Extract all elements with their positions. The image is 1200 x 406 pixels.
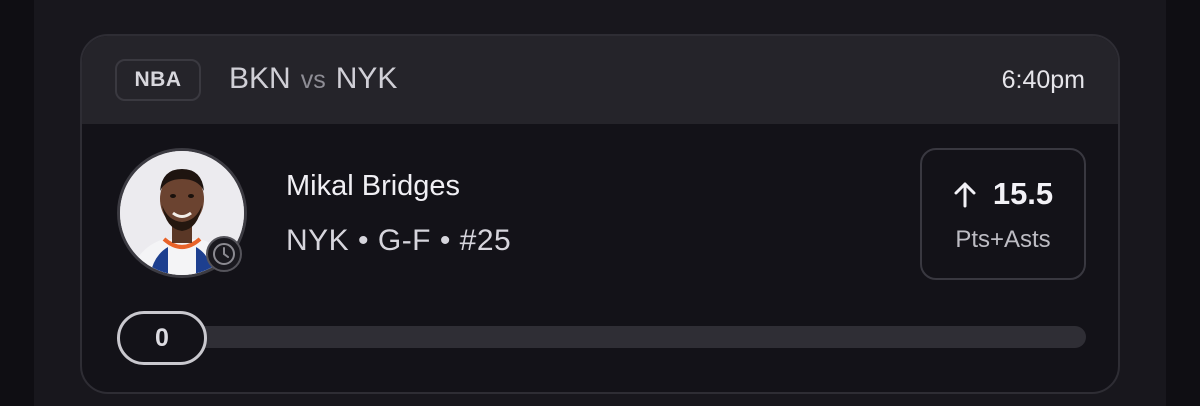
away-team: BKN	[229, 62, 291, 95]
home-team: NYK	[335, 62, 398, 95]
player-meta: NYK • G-F • #25	[286, 224, 512, 257]
line-value: 15.5	[992, 176, 1054, 211]
matchup: BKN vs NYK	[229, 62, 397, 96]
card-header: NBA BKN vs NYK 6:40pm	[82, 36, 1118, 124]
player-name: Mikal Bridges	[286, 170, 461, 202]
arrow-up-icon	[954, 182, 976, 208]
game-time: 6:40pm	[1001, 66, 1085, 94]
league-badge: NBA	[115, 59, 201, 101]
progress-value-pill: 0	[117, 311, 207, 365]
prop-card[interactable]: NBA BKN vs NYK 6:40pm Mikal Bridges NYK …	[80, 34, 1120, 394]
progress-track	[118, 326, 1086, 348]
vs-label: vs	[300, 66, 326, 94]
line-value-row: 15.5	[922, 176, 1084, 212]
clock-icon	[206, 236, 242, 272]
line-stat: Pts+Asts	[955, 226, 1051, 253]
prop-line-button[interactable]: 15.5 Pts+Asts	[920, 148, 1086, 280]
